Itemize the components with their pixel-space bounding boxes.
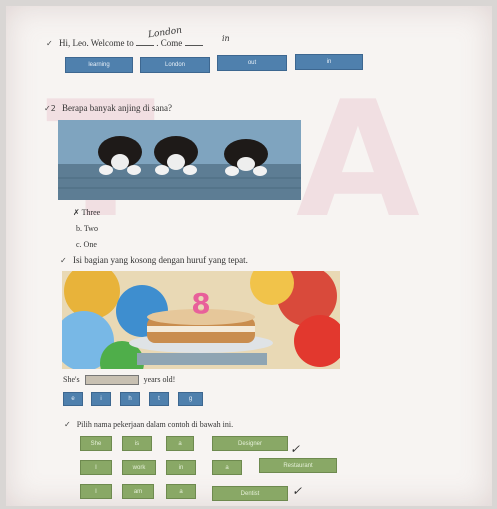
word-is[interactable]: is <box>122 436 152 451</box>
birthday-cake-image: 8 <box>62 271 340 369</box>
question-3-text: Isi bagian yang kosong dengan huruf yang… <box>72 255 248 265</box>
check-mark-icon: ✓ <box>290 442 301 456</box>
sentence-after: years old! <box>143 375 176 384</box>
check-mark-icon: ✓2 <box>44 104 56 113</box>
dog-1 <box>98 136 142 175</box>
dog-2 <box>154 136 198 175</box>
option-in[interactable]: in <box>295 54 363 70</box>
check-mark-icon: ✓ <box>60 256 67 265</box>
word-a[interactable]: a <box>166 436 194 451</box>
word-a2[interactable]: a <box>212 460 242 475</box>
question-1-text: Hi, Leo. Welcome to <box>58 38 134 48</box>
letter-tile-e[interactable]: e <box>63 392 83 406</box>
word-am[interactable]: am <box>122 484 154 499</box>
option-a-label: Three <box>81 208 101 217</box>
question-1-text-after: . Come <box>156 38 183 48</box>
word-restaurant[interactable]: Restaurant <box>259 458 337 473</box>
letter-tile-h[interactable]: h <box>120 392 140 406</box>
word-designer[interactable]: Designer <box>212 436 288 451</box>
check-mark-icon: ✓ <box>46 39 53 48</box>
option-london[interactable]: London <box>140 57 210 73</box>
answer-blank-1 <box>136 45 155 46</box>
question-2-text: Berapa banyak anjing di sana? <box>62 103 173 113</box>
sentence-line: She's years old! <box>63 375 176 386</box>
handwritten-answer-2: in <box>222 34 230 43</box>
answer-blank-2 <box>184 45 203 46</box>
letter-tile-t[interactable]: t <box>149 392 169 406</box>
cake-number-candle: 8 <box>191 287 210 320</box>
option-learning[interactable]: learning <box>65 57 133 73</box>
question-4: ✓ Pilih nama pekerjaan dalam contoh di b… <box>64 420 233 429</box>
watermark-letter: A <box>296 66 420 253</box>
sentence-before: She's <box>63 375 80 384</box>
option-c-one[interactable]: c. One <box>76 240 97 249</box>
word-dentist[interactable]: Dentist <box>212 486 288 501</box>
question-1: ✓ Hi, Leo. Welcome to . Come <box>46 38 203 48</box>
word-work[interactable]: work <box>122 460 156 475</box>
option-a-three[interactable]: ✗ Three <box>73 208 100 217</box>
word-a3[interactable]: a <box>166 484 196 499</box>
word-she[interactable]: She <box>80 436 112 451</box>
answer-boxes <box>84 375 139 386</box>
word-in[interactable]: in <box>166 460 196 475</box>
letter-tile-i[interactable]: i <box>91 392 111 406</box>
letter-tile-g[interactable]: g <box>178 392 203 406</box>
word-i[interactable]: I <box>80 460 112 475</box>
cross-mark-icon: ✗ <box>73 208 80 217</box>
word-i2[interactable]: I <box>80 484 112 499</box>
option-b-two[interactable]: b. Two <box>76 224 98 233</box>
option-out[interactable]: out <box>217 55 287 71</box>
dogs-image <box>58 120 301 200</box>
question-2: ✓2 Berapa banyak anjing di sana? <box>44 103 172 113</box>
check-mark-icon: ✓ <box>64 420 71 429</box>
question-4-text: Pilih nama pekerjaan dalam contoh di baw… <box>76 420 234 429</box>
check-mark-icon: ✓ <box>292 484 303 498</box>
question-3: ✓ Isi bagian yang kosong dengan huruf ya… <box>60 255 248 265</box>
dog-3 <box>224 139 268 176</box>
